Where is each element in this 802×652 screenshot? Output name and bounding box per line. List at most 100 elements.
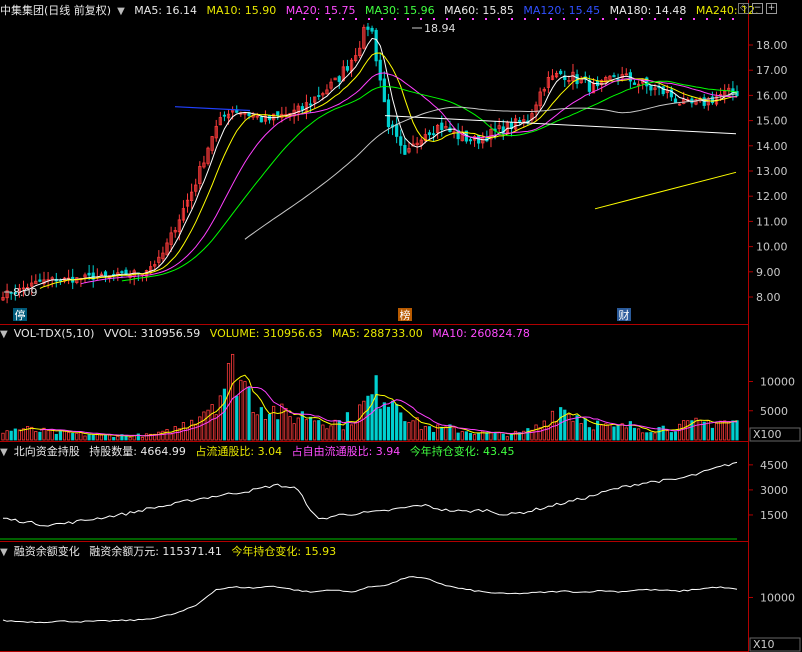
candle-body bbox=[403, 145, 407, 155]
volume-bar bbox=[50, 429, 54, 441]
volume-bar bbox=[349, 424, 354, 441]
north-holding-line bbox=[3, 461, 738, 527]
volume-bar bbox=[714, 422, 719, 441]
candle-body bbox=[612, 75, 616, 78]
price-tick-label: 12.00 bbox=[756, 190, 788, 203]
volume-bar bbox=[304, 419, 309, 441]
volume-bar bbox=[243, 381, 247, 441]
volume-bar bbox=[103, 434, 108, 441]
volume-bar bbox=[255, 414, 259, 441]
volume-bar bbox=[497, 431, 501, 441]
volume-bar bbox=[653, 432, 657, 441]
margin-indicator-name[interactable]: 融资余额变化 bbox=[14, 545, 80, 558]
volume-bar bbox=[390, 400, 395, 441]
volume-bar bbox=[608, 424, 612, 441]
north-indicator-name[interactable]: 北向资金持股 bbox=[14, 445, 80, 458]
dropdown-icon[interactable]: ▼ bbox=[0, 447, 8, 458]
volume-bar bbox=[395, 403, 399, 441]
volume-bar bbox=[13, 428, 17, 441]
ma120-line bbox=[174, 106, 251, 112]
volume-bar bbox=[272, 405, 276, 441]
volume-bar bbox=[452, 427, 456, 441]
volume-bar bbox=[218, 395, 222, 441]
volume-bar bbox=[190, 419, 194, 441]
margin-scale-label: X10 bbox=[753, 638, 775, 651]
ma20-line bbox=[80, 72, 738, 285]
minus-icon[interactable]: − bbox=[752, 3, 763, 14]
vol-ma10-readout: MA10: 260824.78 bbox=[432, 327, 530, 340]
vol-tick-label: 5000 bbox=[760, 405, 788, 418]
financial-marker: 财 bbox=[619, 308, 630, 322]
volume-bar bbox=[493, 431, 497, 441]
volume-bar bbox=[194, 423, 198, 441]
volume-bar bbox=[362, 400, 366, 441]
vol-ma5-readout: MA5: 288733.00 bbox=[331, 327, 423, 340]
dropdown-icon[interactable]: ▼ bbox=[0, 329, 8, 340]
volume-bar bbox=[1, 432, 5, 441]
volume-bar bbox=[427, 426, 432, 441]
volume-bar bbox=[641, 432, 645, 441]
volume-bar bbox=[628, 421, 632, 441]
ma5-line bbox=[19, 37, 738, 293]
volume-bar bbox=[5, 430, 9, 441]
candle-body bbox=[87, 272, 91, 276]
volume-bar bbox=[686, 420, 690, 441]
volume-bar bbox=[632, 427, 637, 441]
volume-bar bbox=[682, 420, 686, 441]
stock-title[interactable]: 中集集团(日线 前复权) bbox=[0, 4, 111, 17]
volume-bar bbox=[226, 363, 231, 441]
ma60-line bbox=[244, 93, 738, 240]
candle-body bbox=[370, 27, 374, 32]
volume-bar bbox=[554, 421, 559, 441]
volume-bar bbox=[62, 430, 67, 441]
candle-body bbox=[366, 26, 370, 30]
ma120-readout: MA120: 15.45 bbox=[523, 4, 601, 17]
ma60-readout: MA60: 15.85 bbox=[444, 4, 514, 17]
volume-bar bbox=[505, 436, 509, 441]
plus-icon[interactable]: + bbox=[766, 3, 777, 14]
volume-header: ▼ VOL-TDX(5,10) VVOL: 310956.59 VOLUME: 3… bbox=[0, 326, 536, 342]
ma10-readout: MA10: 15.90 bbox=[206, 4, 277, 17]
price-tick-label: 10.00 bbox=[756, 241, 788, 254]
candle-body bbox=[120, 271, 124, 273]
margin-header: ▼ 融资余额变化 融资余额万元: 115371.41 今年持仓变化: 15.93 bbox=[0, 544, 342, 560]
volume-bar bbox=[263, 418, 268, 441]
price-tick-label: 13.00 bbox=[756, 165, 788, 178]
volume-bar bbox=[206, 409, 210, 441]
volume-bar bbox=[354, 421, 358, 441]
price-tick-label: 18.00 bbox=[756, 39, 788, 52]
margin-balance-line bbox=[2, 576, 738, 624]
free-float-ratio-readout: 占自由流通股比: 3.94 bbox=[291, 445, 401, 458]
volume-bar bbox=[444, 426, 448, 441]
volume-bar bbox=[727, 421, 731, 441]
price-tick-label: 16.00 bbox=[756, 89, 788, 102]
volume-bar bbox=[723, 420, 727, 441]
candle-body bbox=[559, 70, 563, 75]
diamond-icon[interactable]: ◇ bbox=[738, 3, 749, 14]
volume-bar bbox=[415, 417, 419, 441]
volume-bar bbox=[108, 434, 112, 441]
ma30-readout: MA30: 15.96 bbox=[364, 4, 435, 17]
volume-bar bbox=[645, 432, 649, 441]
volume-bar bbox=[325, 428, 329, 441]
volume-bar bbox=[477, 432, 481, 441]
candle-body bbox=[317, 95, 321, 97]
dropdown-icon[interactable]: ▼ bbox=[117, 6, 125, 17]
volume-bar bbox=[579, 423, 583, 441]
volume-bar bbox=[423, 426, 427, 441]
candle-body bbox=[337, 76, 341, 82]
volume-bar bbox=[116, 435, 120, 441]
dropdown-icon[interactable]: ▼ bbox=[0, 547, 8, 558]
margin-tick-label: 10000 bbox=[760, 592, 795, 605]
leaderboard-marker: 榜 bbox=[400, 308, 411, 322]
vol-indicator-name[interactable]: VOL-TDX(5,10) bbox=[14, 327, 95, 340]
volume-bar bbox=[341, 429, 345, 441]
volume-bar bbox=[280, 403, 284, 441]
volume-bar bbox=[87, 434, 91, 441]
candle-body bbox=[308, 103, 313, 106]
volume-bar bbox=[198, 416, 202, 441]
volume-bar bbox=[333, 419, 337, 441]
volume-bar bbox=[419, 429, 423, 441]
volume-bar bbox=[567, 414, 571, 441]
volume-bar bbox=[67, 431, 71, 441]
